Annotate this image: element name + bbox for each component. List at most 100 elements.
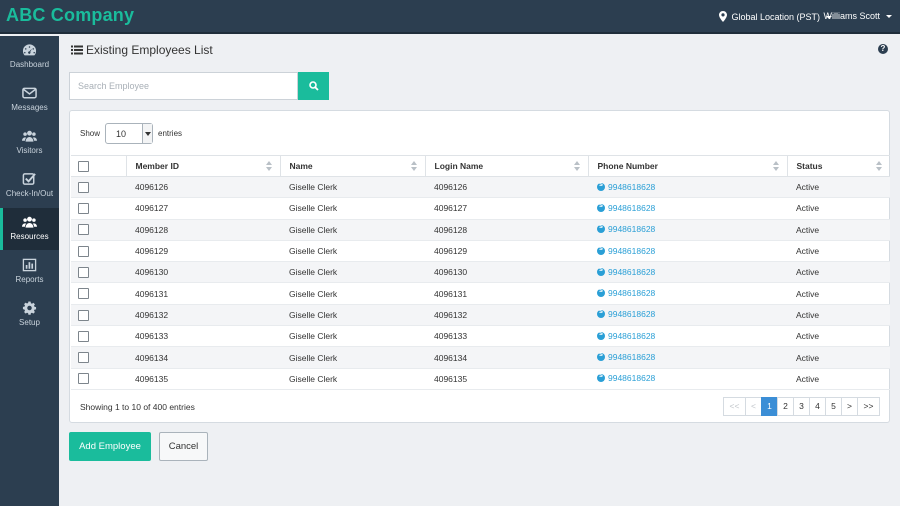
sidebar-item-label: Visitors (16, 146, 43, 155)
table-row[interactable]: 4096133Giselle Clerk4096133 9948618628 Act… (71, 325, 890, 348)
search-input[interactable] (69, 72, 298, 100)
table-row[interactable]: 4096129Giselle Clerk4096129 9948618628 Act… (71, 240, 890, 263)
row-select-cell (71, 304, 126, 327)
add-employee-button[interactable]: Add Employee (69, 432, 151, 461)
row-select-cell (71, 325, 126, 348)
row-checkbox[interactable] (78, 373, 89, 385)
member-id-cell: 4096134 (126, 346, 280, 369)
table-row[interactable]: 4096128Giselle Clerk4096128 9948618628 Act… (71, 219, 890, 241)
skype-icon (597, 287, 605, 298)
phone-link[interactable]: 9948618628 (597, 202, 655, 213)
search-icon (309, 81, 319, 91)
column-header-label: Name (289, 161, 313, 171)
users-icon (22, 216, 37, 228)
help-icon[interactable]: ? (878, 44, 888, 54)
column-header-login-name[interactable]: Login Name (425, 155, 589, 177)
phone-link[interactable]: 9948618628 (597, 372, 655, 383)
user-name: Williams Scott (823, 11, 880, 21)
row-checkbox[interactable] (78, 224, 89, 236)
select-all-checkbox[interactable] (78, 160, 89, 172)
table-row[interactable]: 4096134Giselle Clerk4096134 9948618628 Act… (71, 346, 890, 369)
sidebar-item-resources[interactable]: Resources (0, 208, 59, 250)
sidebar-item-messages[interactable]: Messages (0, 79, 59, 121)
row-checkbox[interactable] (78, 203, 89, 215)
phone-cell: 9948618628 (588, 282, 787, 305)
row-checkbox[interactable] (78, 352, 89, 364)
phone-link[interactable]: 9948618628 (597, 308, 655, 319)
name-cell: Giselle Clerk (280, 346, 425, 369)
map-pin-icon (719, 11, 728, 22)
phone-number: 9948618628 (608, 352, 656, 363)
sort-icon (876, 161, 882, 171)
row-select-cell (71, 368, 126, 390)
status-cell: Active (787, 219, 890, 241)
phone-cell: 9948618628 (588, 346, 787, 369)
phone-cell: 9948618628 (588, 197, 787, 220)
phone-cell: 9948618628 (588, 261, 787, 284)
sidebar-item-setup[interactable]: Setup (0, 294, 59, 336)
table-row[interactable]: 4096127Giselle Clerk4096127 9948618628 Act… (71, 197, 890, 220)
row-checkbox[interactable] (78, 288, 89, 300)
status-cell: Active (787, 325, 890, 348)
page-button-2[interactable]: 2 (777, 397, 794, 416)
login-name-cell: 4096134 (425, 346, 588, 369)
brand-logo[interactable]: ABC Company (6, 5, 134, 26)
status-cell: Active (787, 282, 890, 305)
row-checkbox[interactable] (78, 245, 89, 257)
page-button-5[interactable]: 5 (825, 397, 842, 416)
column-header-phone-number[interactable]: Phone Number (588, 155, 788, 177)
sort-icon (772, 161, 779, 171)
status-cell: Active (787, 197, 890, 220)
row-checkbox[interactable] (78, 309, 89, 321)
member-id-cell: 4096126 (126, 176, 280, 199)
sidebar-item-check-in-out[interactable]: Check-In/Out (0, 165, 59, 207)
user-menu[interactable]: Williams Scott (823, 11, 892, 21)
phone-number: 9948618628 (608, 181, 656, 192)
phone-link[interactable]: 9948618628 (597, 181, 656, 192)
page-button-4[interactable]: 4 (809, 397, 826, 416)
first-page-button[interactable]: << (723, 397, 746, 416)
table-row[interactable]: 4096126Giselle Clerk4096126 9948618628 Act… (71, 176, 890, 199)
row-checkbox[interactable] (78, 330, 89, 342)
next-page-button[interactable]: > (841, 397, 858, 416)
sidebar-item-label: Check-In/Out (5, 189, 54, 198)
location-dropdown[interactable]: Global Location (PST) (719, 11, 832, 22)
column-header-status[interactable]: Status (787, 155, 890, 177)
login-name-cell: 4096131 (425, 282, 588, 305)
table-row[interactable]: 4096132Giselle Clerk4096132 9948618628 Act… (71, 304, 890, 327)
phone-link[interactable]: 9948618628 (597, 245, 655, 256)
prev-page-button[interactable]: < (745, 397, 762, 416)
name-cell: Giselle Clerk (280, 282, 425, 305)
member-id-cell: 4096128 (126, 219, 280, 241)
sidebar-item-label: Messages (11, 103, 48, 112)
login-name-cell: 4096130 (425, 261, 588, 284)
table-row[interactable]: 4096130Giselle Clerk4096130 9948618628 Act… (71, 261, 890, 284)
phone-link[interactable]: 9948618628 (597, 266, 655, 277)
top-bar: ABC Company Global Location (PST) Willia… (0, 0, 900, 34)
row-checkbox[interactable] (78, 266, 89, 278)
users-icon (22, 130, 37, 142)
row-checkbox[interactable] (78, 181, 89, 193)
page-button-3[interactable]: 3 (793, 397, 810, 416)
cancel-button[interactable]: Cancel (159, 432, 208, 461)
column-header-member-id[interactable]: Member ID (126, 155, 281, 177)
sidebar-item-label: Dashboard (9, 60, 50, 69)
sidebar-item-dashboard[interactable]: Dashboard (0, 36, 59, 78)
last-page-button[interactable]: >> (857, 397, 880, 416)
login-name-cell: 4096135 (425, 368, 588, 390)
search-button[interactable] (298, 72, 329, 100)
table-row[interactable]: 4096135Giselle Clerk4096135 9948618628 Act… (71, 368, 890, 390)
phone-link[interactable]: 9948618628 (597, 223, 655, 234)
column-header-name[interactable]: Name (280, 155, 426, 177)
phone-link[interactable]: 9948618628 (597, 351, 656, 363)
phone-link[interactable]: 9948618628 (597, 330, 655, 341)
sidebar-item-visitors[interactable]: Visitors (0, 122, 59, 164)
table-row[interactable]: 4096131Giselle Clerk4096131 9948618628 Act… (71, 282, 890, 305)
sidebar-item-label: Resources (10, 232, 49, 241)
entries-select[interactable]: 10 (105, 123, 154, 144)
sidebar-item-reports[interactable]: Reports (0, 251, 59, 293)
showing-info: Showing 1 to 10 of 400 entries (80, 402, 195, 412)
phone-link[interactable]: 9948618628 (597, 287, 655, 298)
status-cell: Active (787, 304, 890, 327)
page-button-1[interactable]: 1 (761, 397, 778, 416)
